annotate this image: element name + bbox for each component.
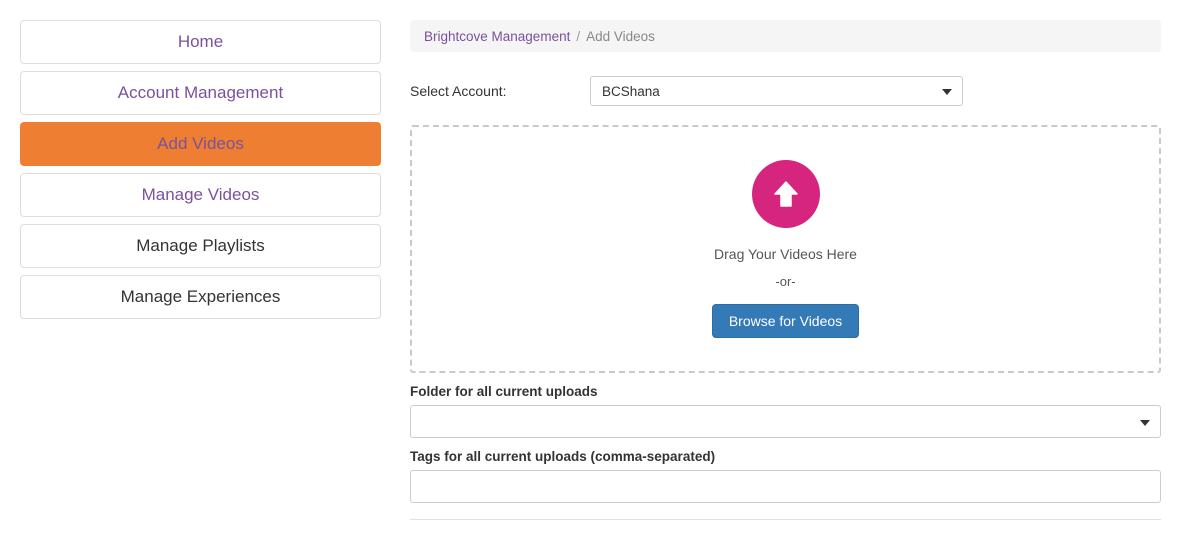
add-videos-page: Home Account Management Add Videos Manag…	[0, 0, 1183, 540]
sidebar-item-account-management[interactable]: Account Management	[20, 71, 381, 115]
breadcrumb-link-brightcove-management[interactable]: Brightcove Management	[424, 29, 570, 44]
folder-field-label: Folder for all current uploads	[410, 384, 598, 399]
sidebar-item-manage-videos[interactable]: Manage Videos	[20, 173, 381, 217]
sidebar-item-manage-experiences[interactable]: Manage Experiences	[20, 275, 381, 319]
account-select[interactable]: BCShana	[590, 76, 963, 106]
select-account-row: Select Account: BCShana	[410, 76, 1161, 106]
sidebar-nav: Home Account Management Add Videos Manag…	[20, 20, 381, 326]
tags-input[interactable]	[410, 470, 1161, 503]
chevron-down-icon	[1140, 419, 1150, 426]
sidebar-item-manage-playlists[interactable]: Manage Playlists	[20, 224, 381, 268]
section-divider	[410, 519, 1161, 520]
account-select-value: BCShana	[602, 83, 660, 99]
dropzone-drag-text: Drag Your Videos Here	[714, 246, 857, 262]
video-dropzone[interactable]: Drag Your Videos Here -or- Browse for Vi…	[410, 125, 1161, 373]
upload-arrow-icon	[751, 160, 820, 228]
breadcrumb-current-add-videos: Add Videos	[586, 28, 655, 44]
breadcrumb: Brightcove Management / Add Videos	[410, 20, 1161, 52]
breadcrumb-separator: /	[576, 28, 581, 44]
folder-select[interactable]	[410, 405, 1161, 438]
sidebar-item-add-videos[interactable]: Add Videos	[20, 122, 381, 166]
select-account-label: Select Account:	[410, 83, 507, 99]
chevron-down-icon	[942, 89, 952, 95]
browse-for-videos-button[interactable]: Browse for Videos	[711, 304, 860, 338]
dropzone-or-text: -or-	[775, 274, 796, 289]
sidebar-item-home[interactable]: Home	[20, 20, 381, 64]
main-content: Brightcove Management / Add Videos Selec…	[410, 20, 1161, 520]
tags-field-label: Tags for all current uploads (comma-sepa…	[410, 449, 716, 464]
